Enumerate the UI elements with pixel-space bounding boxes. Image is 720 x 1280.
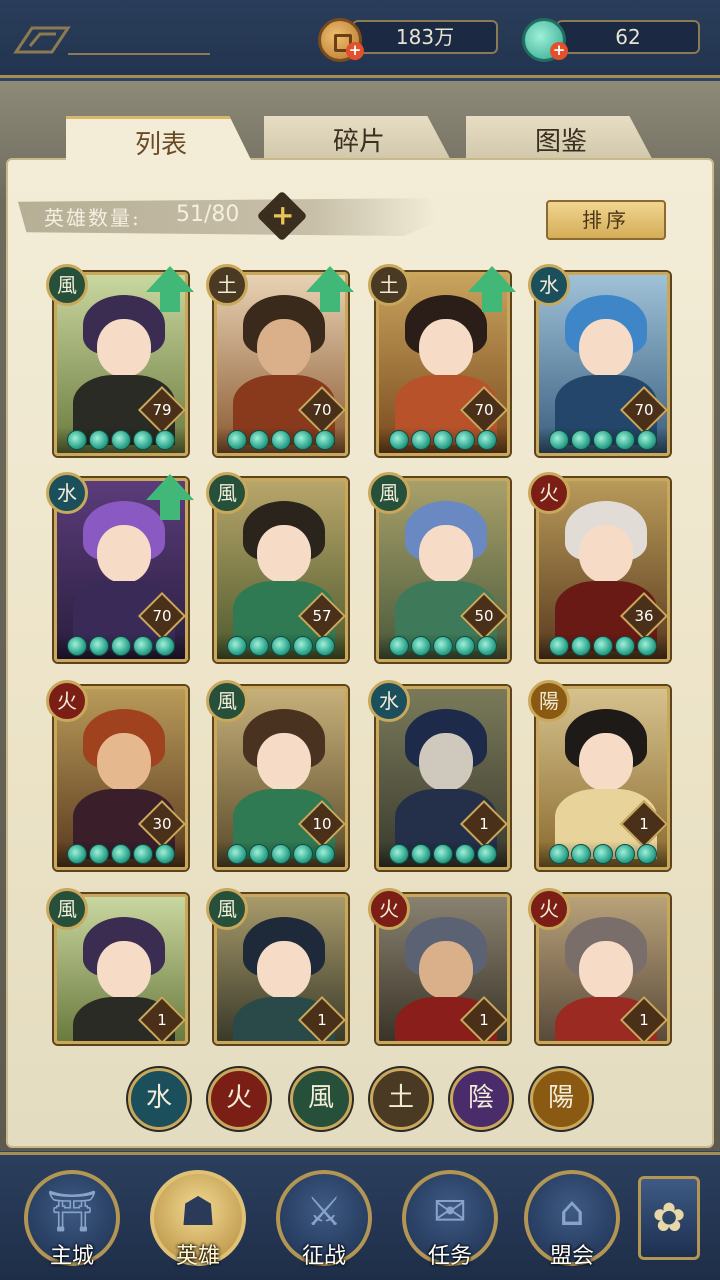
element-badge: 火: [46, 680, 88, 722]
upgrade-arrow-icon: [146, 474, 194, 520]
star-rating: [57, 427, 185, 453]
filter-fire[interactable]: 火: [208, 1068, 270, 1130]
coin-value: 183万: [352, 20, 498, 54]
element-badge: 陽: [528, 680, 570, 722]
filter-water[interactable]: 水: [128, 1068, 190, 1130]
element-badge: 風: [206, 888, 248, 930]
star-rating: [217, 427, 345, 453]
jade-counter: 62 +: [522, 18, 702, 62]
add-jade-icon[interactable]: +: [550, 42, 568, 60]
filter-wind[interactable]: 風: [290, 1068, 352, 1130]
add-coin-icon[interactable]: +: [346, 42, 364, 60]
star-rating: [539, 841, 667, 867]
alliance-pavilion-icon: ⌂: [559, 1189, 585, 1235]
element-badge: 火: [528, 888, 570, 930]
nav-tasks[interactable]: ✉ 任务: [402, 1170, 498, 1269]
filter-earth[interactable]: 土: [370, 1068, 432, 1130]
element-badge: 火: [528, 472, 570, 514]
element-badge: 風: [46, 264, 88, 306]
filter-yang[interactable]: 陽: [530, 1068, 592, 1130]
element-badge: 土: [206, 264, 248, 306]
element-badge: 風: [206, 472, 248, 514]
nav-heroes[interactable]: ☗ 英雄: [150, 1170, 246, 1269]
nav-main-city[interactable]: ⛩ 主城: [24, 1170, 120, 1269]
nav-alliance[interactable]: ⌂ 盟会: [524, 1170, 620, 1269]
element-badge: 風: [368, 472, 410, 514]
battle-scroll-icon: ⚔: [306, 1189, 342, 1235]
star-rating: [539, 633, 667, 659]
coin-counter: 183万 +: [318, 18, 498, 62]
hero-portrait-icon: ☗: [180, 1189, 216, 1235]
element-badge: 土: [368, 264, 410, 306]
element-badge: 水: [46, 472, 88, 514]
element-badge: 風: [46, 888, 88, 930]
element-badge: 水: [368, 680, 410, 722]
star-rating: [57, 633, 185, 659]
top-bar: 183万 + 62 +: [0, 0, 720, 78]
flower-pattern-icon: ✿: [652, 1195, 686, 1241]
element-badge: 風: [206, 680, 248, 722]
filter-yin[interactable]: 陰: [450, 1068, 512, 1130]
star-rating: [57, 841, 185, 867]
plus-icon: +: [270, 198, 295, 232]
star-rating: [379, 841, 507, 867]
task-bell-icon: ✉: [433, 1189, 467, 1235]
hero-count-label: 英雄数量:: [44, 206, 141, 230]
element-badge: 火: [368, 888, 410, 930]
sort-button[interactable]: 排序: [546, 200, 666, 240]
element-badge: 水: [528, 264, 570, 306]
star-rating: [539, 427, 667, 453]
upgrade-arrow-icon: [468, 266, 516, 312]
more-menu-button[interactable]: ✿: [638, 1176, 700, 1260]
nav-campaign[interactable]: ⚔ 征战: [276, 1170, 372, 1269]
menu-pattern-icon[interactable]: [12, 22, 212, 58]
star-rating: [217, 633, 345, 659]
star-rating: [379, 633, 507, 659]
upgrade-arrow-icon: [146, 266, 194, 312]
jade-value: 62: [556, 20, 700, 54]
star-rating: [217, 841, 345, 867]
upgrade-arrow-icon: [306, 266, 354, 312]
city-gate-icon: ⛩: [46, 1189, 98, 1235]
hero-count-value: 51/80: [176, 202, 240, 227]
tab-list[interactable]: 列表: [66, 116, 256, 170]
star-rating: [379, 427, 507, 453]
